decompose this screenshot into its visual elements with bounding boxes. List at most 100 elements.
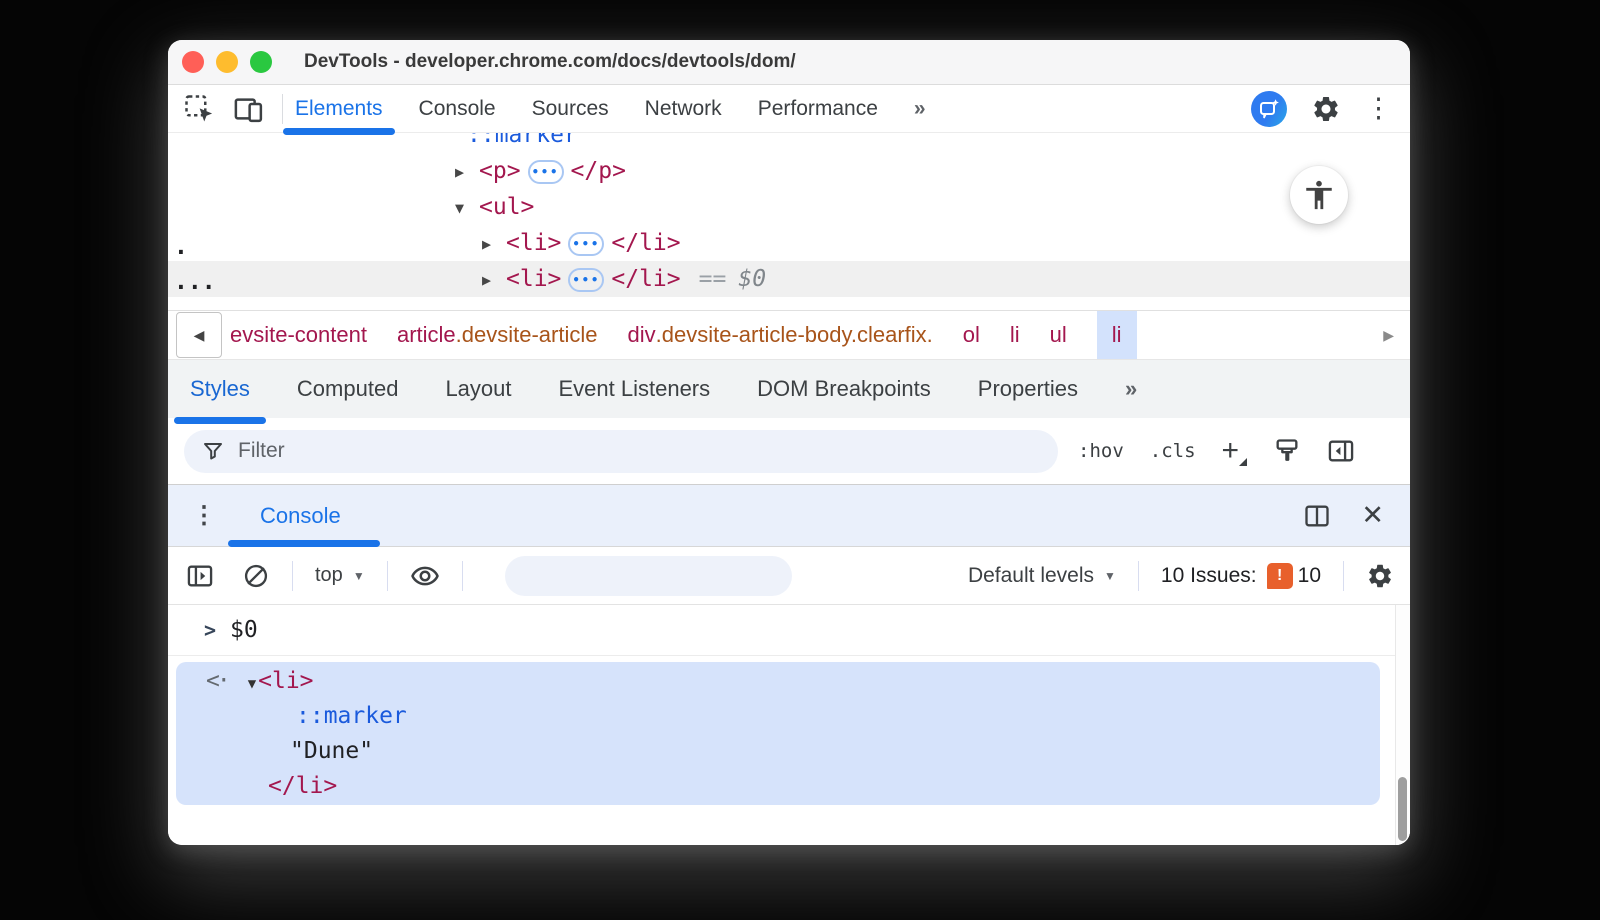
styles-toolbar-actions: :hov .cls + xyxy=(1078,436,1355,466)
drawer-tab-console[interactable]: Console xyxy=(260,503,341,529)
breadcrumb-forward-icon[interactable]: ▶ xyxy=(1369,311,1410,359)
dom-node-li[interactable]: ▶<li> ••• </li> xyxy=(168,225,1410,261)
console-command-row[interactable]: > $0 xyxy=(168,605,1410,656)
maximize-window-button[interactable] xyxy=(250,51,272,73)
breadcrumb-item[interactable]: li xyxy=(1010,311,1020,359)
collapse-arrow-icon[interactable]: ▼ xyxy=(455,190,479,226)
tab-dom-breakpoints[interactable]: DOM Breakpoints xyxy=(757,376,931,402)
live-expression-eye-icon[interactable] xyxy=(410,561,440,591)
breadcrumb-item[interactable]: article.devsite-article xyxy=(397,311,598,359)
traffic-lights xyxy=(182,51,272,73)
dollar-zero-annotation: ==$0 xyxy=(699,266,766,292)
styles-pane-tab-bar: Styles Computed Layout Event Listeners D… xyxy=(168,360,1410,418)
console-scrollbar-track[interactable] xyxy=(1395,605,1410,845)
dock-sidebar-left-icon[interactable] xyxy=(1327,437,1355,465)
split-panel-icon[interactable] xyxy=(1303,502,1331,530)
tag-close: </p> xyxy=(571,158,626,184)
settings-gear-icon[interactable] xyxy=(1309,92,1343,126)
console-drawer-header: ⋮ Console ✕ xyxy=(168,485,1410,547)
drawer-overflow-menu-icon[interactable]: ⋮ xyxy=(192,501,216,530)
collapsed-children-pill[interactable]: ••• xyxy=(528,160,564,184)
tag-close: </li> xyxy=(611,230,680,256)
clear-console-icon[interactable] xyxy=(242,562,270,590)
styles-filter-field[interactable] xyxy=(184,430,1058,473)
collapsed-children-pill[interactable]: ••• xyxy=(568,232,604,256)
result-marker-pseudo[interactable]: ::marker xyxy=(176,699,1380,734)
more-panels-chevron-icon[interactable]: » xyxy=(914,85,928,132)
expand-arrow-icon[interactable]: ▶ xyxy=(455,154,479,190)
dom-node-ul[interactable]: ▼<ul> xyxy=(168,189,1410,225)
console-result-expanded[interactable]: <·▼<li> ::marker "Dune" </li> xyxy=(176,662,1380,805)
close-window-button[interactable] xyxy=(182,51,204,73)
log-levels-dropdown[interactable]: Default levels ▼ xyxy=(968,564,1116,588)
tab-computed[interactable]: Computed xyxy=(297,376,399,402)
dropdown-caret-icon: ▼ xyxy=(353,569,365,583)
expand-arrow-icon[interactable]: ▶ xyxy=(482,226,506,262)
toggle-element-state-button[interactable]: :hov xyxy=(1078,440,1124,462)
console-sidebar-icon[interactable] xyxy=(186,562,214,590)
inspect-element-icon[interactable] xyxy=(182,92,216,126)
overflow-menu-icon[interactable]: ⋮ xyxy=(1365,95,1392,122)
collapse-arrow-icon[interactable]: ▼ xyxy=(248,676,256,692)
result-line-open[interactable]: <·▼<li> xyxy=(176,664,1380,699)
command-chevron-icon: > xyxy=(204,618,216,642)
tab-elements[interactable]: Elements xyxy=(295,85,383,132)
clipped-text-fragment: . xyxy=(174,229,188,265)
window-titlebar: DevTools - developer.chrome.com/docs/dev… xyxy=(168,40,1410,85)
tab-sources[interactable]: Sources xyxy=(532,85,609,132)
toolbar-divider xyxy=(1343,561,1344,591)
dom-node-marker-pseudo[interactable]: ::marker xyxy=(168,133,1410,153)
issues-counter[interactable]: 10 Issues: ! 10 xyxy=(1161,563,1321,589)
command-text: $0 xyxy=(230,617,258,643)
console-filter-input[interactable] xyxy=(533,564,798,587)
expand-arrow-icon[interactable]: ▶ xyxy=(482,262,506,298)
dom-node-li-selected[interactable]: ▶<li>•••</li>==$0 xyxy=(168,261,1410,297)
dropdown-caret-icon: ▼ xyxy=(1104,569,1116,583)
tab-styles[interactable]: Styles xyxy=(190,376,250,402)
javascript-context-dropdown[interactable]: top ▼ xyxy=(315,564,365,587)
tab-performance[interactable]: Performance xyxy=(758,85,878,132)
styles-filter-bar: :hov .cls + xyxy=(168,418,1410,485)
close-drawer-icon[interactable]: ✕ xyxy=(1361,502,1384,529)
breadcrumb-back-icon[interactable]: ◀ xyxy=(176,312,222,358)
console-settings-gear-icon[interactable] xyxy=(1366,562,1394,590)
element-classes-button[interactable]: .cls xyxy=(1150,440,1196,462)
result-tag-close: </li> xyxy=(176,769,1380,804)
main-toolbar: Elements Console Sources Network Perform… xyxy=(168,85,1410,133)
tab-console[interactable]: Console xyxy=(419,85,496,132)
rendering-emulation-icon[interactable] xyxy=(1273,437,1301,465)
tab-layout[interactable]: Layout xyxy=(445,376,511,402)
console-scrollbar-thumb[interactable] xyxy=(1398,777,1407,841)
tab-network[interactable]: Network xyxy=(645,85,722,132)
tag-open: <li> xyxy=(506,230,561,256)
console-filter-field[interactable] xyxy=(505,556,792,596)
more-tabs-chevron-icon[interactable]: » xyxy=(1125,376,1139,402)
ai-assistance-icon[interactable] xyxy=(1251,91,1287,127)
minimize-window-button[interactable] xyxy=(216,51,238,73)
desktop-background: DevTools - developer.chrome.com/docs/dev… xyxy=(0,0,1600,920)
toolbar-divider xyxy=(292,561,293,591)
collapsed-children-pill[interactable]: ••• xyxy=(568,268,604,292)
breadcrumb-item-selected[interactable]: li xyxy=(1097,311,1137,359)
styles-filter-input[interactable] xyxy=(238,439,1058,463)
tab-properties[interactable]: Properties xyxy=(978,376,1078,402)
tab-event-listeners[interactable]: Event Listeners xyxy=(559,376,711,402)
drawer-header-actions: ✕ xyxy=(1303,502,1384,530)
breadcrumb-item[interactable]: div.devsite-article-body.clearfix. xyxy=(628,311,933,359)
toolbar-right-actions: ⋮ xyxy=(1251,91,1392,127)
result-tag-open: <li> xyxy=(258,668,313,694)
device-toolbar-icon[interactable] xyxy=(232,92,266,126)
tag-open: <li> xyxy=(506,266,561,292)
devtools-window: DevTools - developer.chrome.com/docs/dev… xyxy=(168,40,1410,845)
window-title: DevTools - developer.chrome.com/docs/dev… xyxy=(304,51,796,73)
clipped-text-fragment: ... xyxy=(174,264,216,300)
accessibility-widget-button[interactable] xyxy=(1290,166,1348,224)
console-tab-underline xyxy=(228,540,380,547)
new-style-rule-icon[interactable]: + xyxy=(1222,436,1248,466)
tag-open: <p> xyxy=(479,158,521,184)
breadcrumb-item[interactable]: ol xyxy=(963,311,980,359)
issues-badge-icon: ! xyxy=(1267,563,1293,589)
breadcrumb-item[interactable]: ul xyxy=(1050,311,1067,359)
breadcrumb-item[interactable]: evsite-content xyxy=(230,311,367,359)
dom-node-p[interactable]: ▶<p> ••• </p> xyxy=(168,153,1410,189)
